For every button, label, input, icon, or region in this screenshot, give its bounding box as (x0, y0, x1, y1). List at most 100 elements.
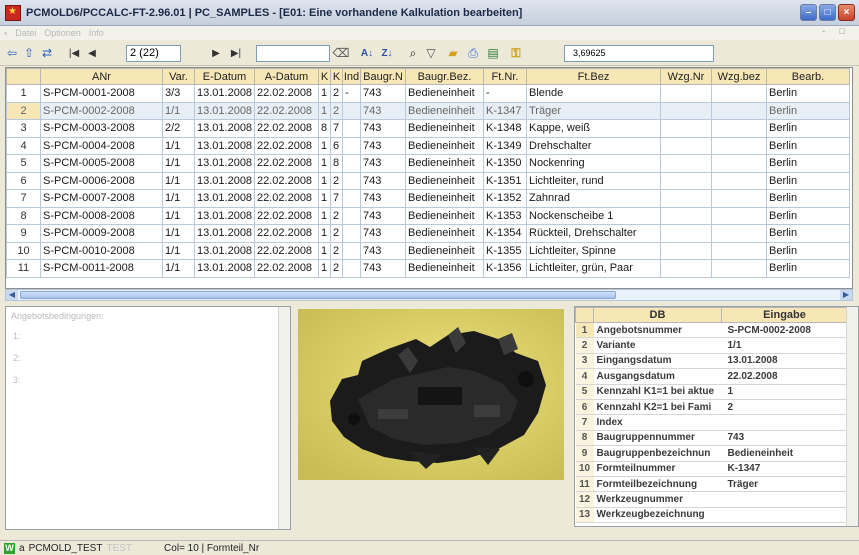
scroll-right-icon[interactable]: ▶ (840, 290, 852, 300)
cell-bgb[interactable]: Bedieneinheit (405, 206, 484, 225)
cell-ad[interactable]: 22.02.2008 (254, 241, 319, 260)
cell-k1[interactable]: 1 (318, 224, 331, 243)
cell-k2[interactable]: 2 (330, 259, 343, 278)
conditions-textarea[interactable]: Angebotsbedingungen: 1: 2: 3: (5, 306, 291, 530)
col-header-baugr-n[interactable]: Baugr.N (360, 68, 406, 85)
cell-ad[interactable]: 22.02.2008 (254, 119, 319, 138)
cell-bearb[interactable]: Berlin (766, 154, 850, 173)
cell-ad[interactable]: 22.02.2008 (254, 259, 319, 278)
cell-ed[interactable]: 13.01.2008 (194, 136, 255, 155)
cell-wbez[interactable] (711, 119, 767, 138)
detail-row[interactable]: 1 Angebotsnummer S-PCM-0002-2008 (575, 322, 848, 339)
cell-anr[interactable]: S-PCM-0005-2008 (40, 154, 163, 173)
detail-field-value[interactable]: 1/1 (721, 337, 848, 354)
cell-ftnr[interactable]: K-1350 (483, 154, 527, 173)
col-header-wzg-nr[interactable]: Wzg.Nr (660, 68, 712, 85)
cell-wbez[interactable] (711, 101, 767, 120)
table-row[interactable]: 2 S-PCM-0002-2008 1/1 13.01.2008 22.02.2008 1… (6, 101, 850, 120)
filter-input[interactable] (256, 45, 330, 62)
detail-row[interactable]: 6 Kennzahl K2=1 bei Fami 2 (575, 399, 848, 416)
cell-wnr[interactable] (660, 119, 712, 138)
cell-ind[interactable] (342, 259, 361, 278)
cell-wbez[interactable] (711, 259, 767, 278)
row-number[interactable]: 2 (6, 101, 41, 120)
key-icon[interactable]: ⚿ (509, 45, 523, 62)
detail-row[interactable]: 13 Werkzeugbezeichnung (575, 507, 848, 524)
table-row[interactable]: 3 S-PCM-0003-2008 2/2 13.01.2008 22.02.2008 8… (6, 119, 850, 138)
detail-row[interactable]: 10 Formteilnummer K-1347 (575, 461, 848, 477)
cell-var[interactable]: 1/1 (162, 206, 195, 225)
mdi-controls[interactable]: - □ (822, 26, 851, 36)
cell-wbez[interactable] (711, 171, 767, 190)
cell-bgn[interactable]: 743 (360, 136, 406, 155)
menu-datei[interactable]: Datei (15, 28, 36, 38)
cell-ftbez[interactable]: Lichtleiter, Spinne (526, 241, 661, 260)
cell-bgb[interactable]: Bedieneinheit (405, 101, 484, 120)
cell-k2[interactable]: 2 (330, 101, 343, 120)
cell-bearb[interactable]: Berlin (766, 136, 850, 155)
cell-k1[interactable]: 1 (318, 154, 331, 173)
detail-field-value[interactable]: 2 (721, 399, 848, 416)
cell-k2[interactable]: 8 (330, 154, 343, 173)
cell-bearb[interactable]: Berlin (766, 241, 850, 260)
last-record-icon[interactable]: ▶| (228, 45, 244, 62)
cell-k2[interactable]: 2 (330, 171, 343, 190)
row-number[interactable]: 5 (6, 154, 41, 173)
cell-wnr[interactable] (660, 171, 712, 190)
cell-ftnr[interactable]: K-1353 (483, 206, 527, 225)
cell-bgb[interactable]: Bedieneinheit (405, 84, 484, 103)
cell-bearb[interactable]: Berlin (766, 189, 850, 208)
cell-anr[interactable]: S-PCM-0011-2008 (40, 259, 163, 278)
cell-var[interactable]: 2/2 (162, 119, 195, 138)
cell-k1[interactable]: 1 (318, 189, 331, 208)
cell-k1[interactable]: 8 (318, 119, 331, 138)
cell-wnr[interactable] (660, 224, 712, 243)
cell-anr[interactable]: S-PCM-0009-2008 (40, 224, 163, 243)
cell-wnr[interactable] (660, 241, 712, 260)
cell-ftnr[interactable]: K-1354 (483, 224, 527, 243)
cell-ftbez[interactable]: Nockenscheibe 1 (526, 206, 661, 225)
cell-anr[interactable]: S-PCM-0002-2008 (40, 101, 163, 120)
cell-bgb[interactable]: Bedieneinheit (405, 154, 484, 173)
cell-k2[interactable]: 2 (330, 84, 343, 103)
cell-wnr[interactable] (660, 206, 712, 225)
detail-row[interactable]: 4 Ausgangsdatum 22.02.2008 (575, 368, 848, 385)
detail-row[interactable]: 12 Werkzeugnummer (575, 491, 848, 508)
detail-field-value[interactable]: 13.01.2008 (721, 353, 848, 370)
cell-ed[interactable]: 13.01.2008 (194, 154, 255, 173)
cell-wbez[interactable] (711, 206, 767, 225)
cell-ftnr[interactable]: K-1356 (483, 259, 527, 278)
cell-ftnr[interactable]: K-1355 (483, 241, 527, 260)
detail-row[interactable]: 3 Eingangsdatum 13.01.2008 (575, 353, 848, 370)
col-header-wzg-bez[interactable]: Wzg.bez (711, 68, 767, 85)
sort-ascending-icon[interactable]: A↓ (358, 45, 376, 62)
cell-wbez[interactable] (711, 136, 767, 155)
corner-cell[interactable] (6, 68, 41, 85)
detail-field-value[interactable]: 22.02.2008 (721, 368, 848, 385)
col-header-e-datum[interactable]: E-Datum (194, 68, 255, 85)
cell-ed[interactable]: 13.01.2008 (194, 241, 255, 260)
binoculars-icon[interactable]: ⌕ (404, 45, 422, 62)
cell-var[interactable]: 1/1 (162, 154, 195, 173)
scroll-left-icon[interactable]: ◀ (6, 290, 18, 300)
cell-ad[interactable]: 22.02.2008 (254, 136, 319, 155)
cell-ad[interactable]: 22.02.2008 (254, 189, 319, 208)
cell-bgn[interactable]: 743 (360, 206, 406, 225)
cell-bgn[interactable]: 743 (360, 259, 406, 278)
cell-bearb[interactable]: Berlin (766, 101, 850, 120)
folder-icon[interactable]: ▰ (444, 45, 462, 62)
cell-ftnr[interactable]: K-1352 (483, 189, 527, 208)
row-number[interactable]: 4 (6, 136, 41, 155)
cell-bgn[interactable]: 743 (360, 154, 406, 173)
print-preview-icon[interactable]: ⎙ (464, 45, 482, 62)
value-field[interactable]: 3,69625 (564, 45, 714, 62)
cell-wbez[interactable] (711, 224, 767, 243)
col-header-var[interactable]: Var. (162, 68, 195, 85)
cell-anr[interactable]: S-PCM-0003-2008 (40, 119, 163, 138)
cell-ftbez[interactable]: Lichtleiter, grün, Paar (526, 259, 661, 278)
cell-ad[interactable]: 22.02.2008 (254, 206, 319, 225)
cell-anr[interactable]: S-PCM-0004-2008 (40, 136, 163, 155)
cell-wnr[interactable] (660, 154, 712, 173)
detail-field-value[interactable]: 1 (721, 384, 848, 400)
cell-ad[interactable]: 22.02.2008 (254, 84, 319, 103)
